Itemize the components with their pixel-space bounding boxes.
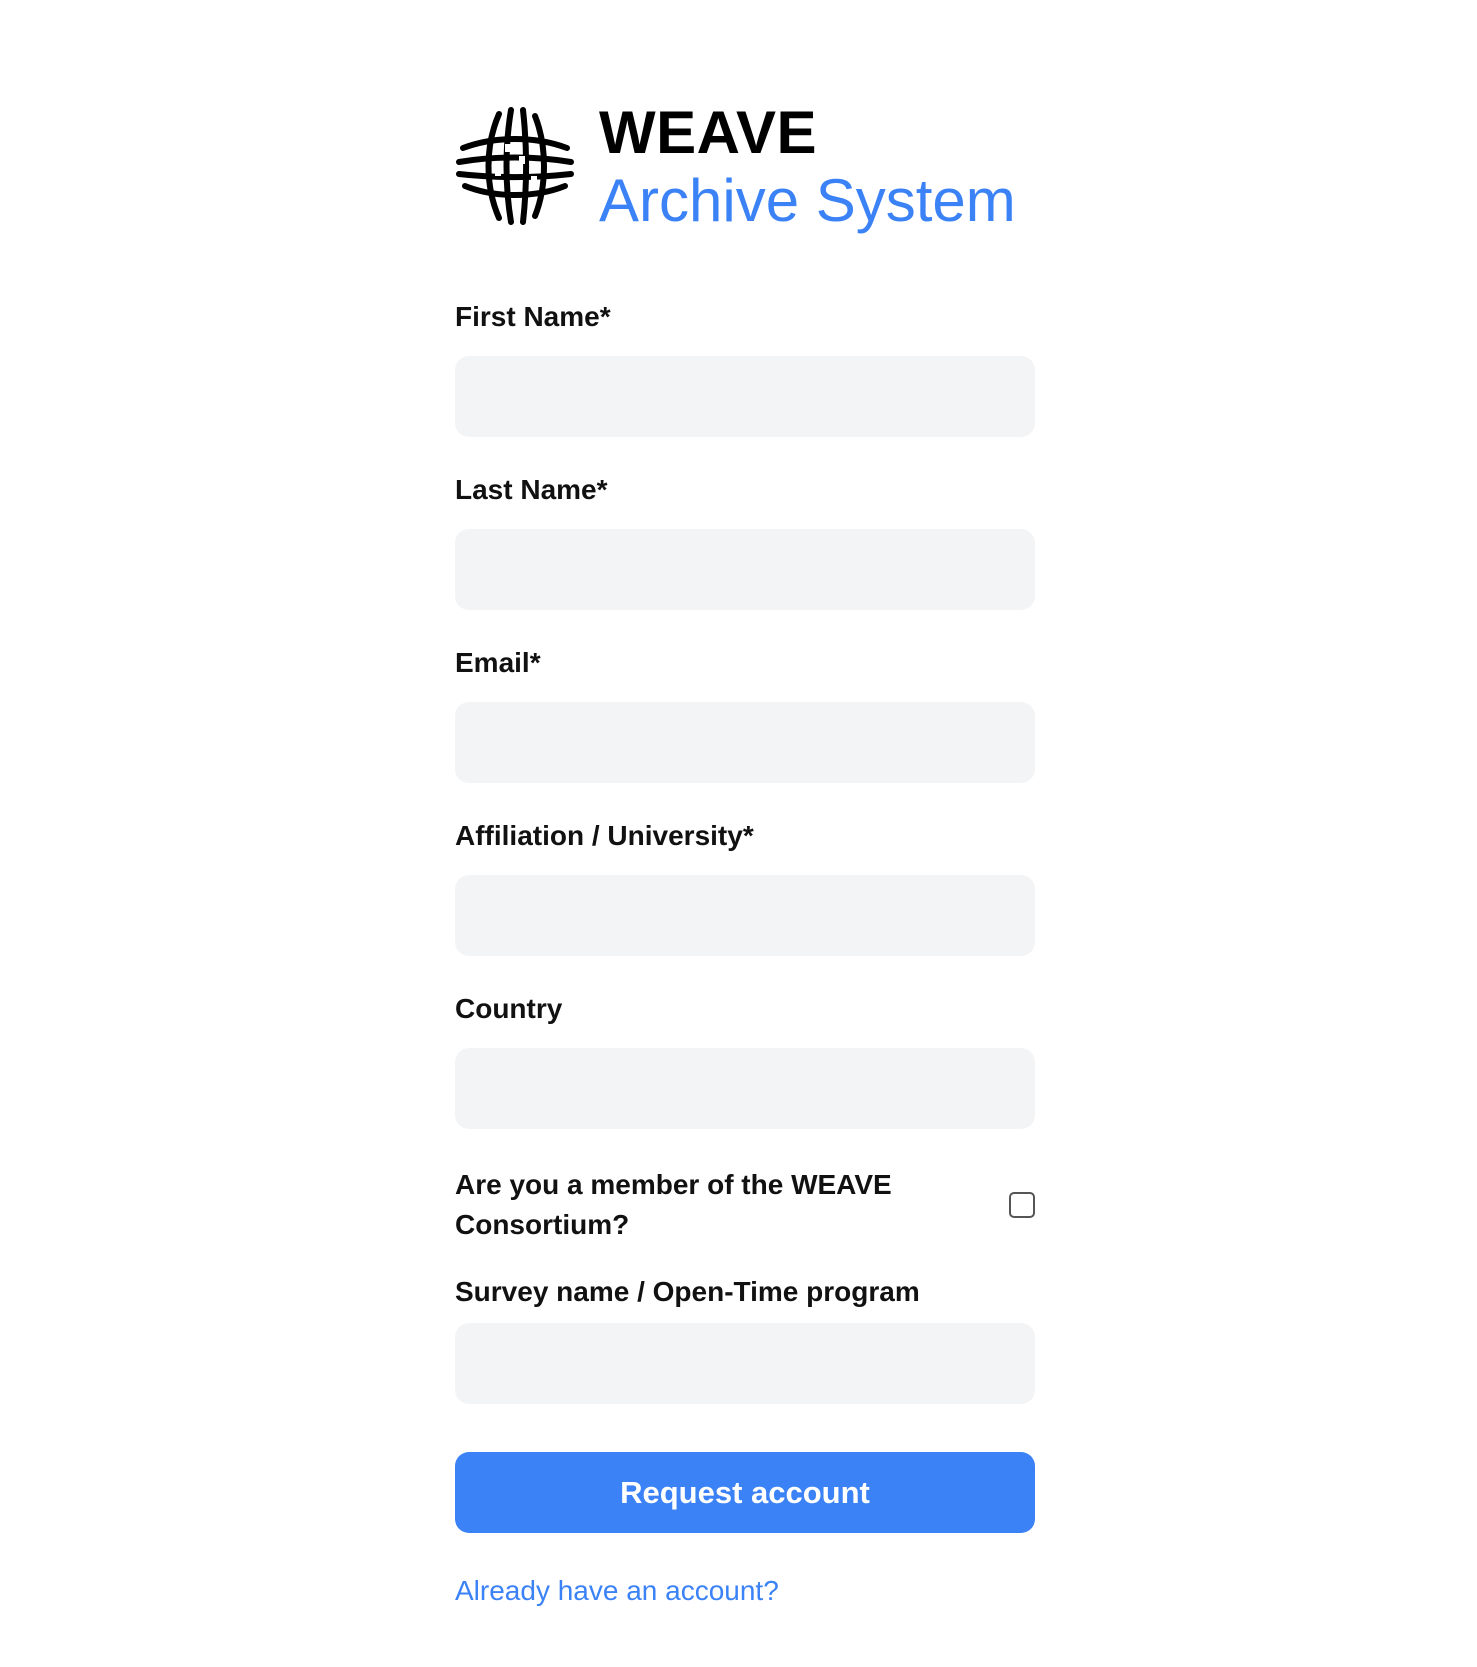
email-field: Email* (455, 646, 1035, 783)
signup-container: WEAVE Archive System First Name* Last Na… (455, 100, 1035, 1607)
signup-page: WEAVE Archive System First Name* Last Na… (0, 0, 1477, 1667)
affiliation-input[interactable] (455, 875, 1035, 956)
email-input[interactable] (455, 702, 1035, 783)
first-name-label: First Name* (455, 301, 611, 332)
consortium-member-checkbox[interactable] (1009, 1192, 1035, 1218)
last-name-input[interactable] (455, 529, 1035, 610)
consortium-member-label: Are you a member of the WEAVE Consortium… (455, 1169, 892, 1240)
affiliation-field: Affiliation / University* (455, 819, 1035, 956)
email-label: Email* (455, 647, 541, 678)
brand-text: WEAVE Archive System (599, 100, 1016, 234)
survey-field: Survey name / Open-Time program (455, 1275, 1035, 1404)
brand-title: WEAVE (599, 99, 818, 166)
survey-label: Survey name / Open-Time program (455, 1276, 920, 1307)
consortium-member-row: Are you a member of the WEAVE Consortium… (455, 1165, 1035, 1245)
survey-input[interactable] (455, 1323, 1035, 1404)
first-name-field: First Name* (455, 300, 1035, 437)
last-name-label: Last Name* (455, 474, 608, 505)
country-label: Country (455, 993, 563, 1024)
brand-subtitle: Archive System (599, 167, 1016, 234)
first-name-input[interactable] (455, 356, 1035, 437)
country-input[interactable] (455, 1048, 1035, 1129)
country-field: Country (455, 992, 1035, 1129)
affiliation-label: Affiliation / University* (455, 820, 754, 851)
signup-form: First Name* Last Name* Email* Affiliatio… (455, 300, 1035, 1607)
last-name-field: Last Name* (455, 473, 1035, 610)
already-have-account-link[interactable]: Already have an account? (455, 1575, 779, 1607)
request-account-button[interactable]: Request account (455, 1452, 1035, 1533)
brand-header: WEAVE Archive System (455, 100, 1035, 234)
weave-logo-icon (455, 106, 575, 226)
